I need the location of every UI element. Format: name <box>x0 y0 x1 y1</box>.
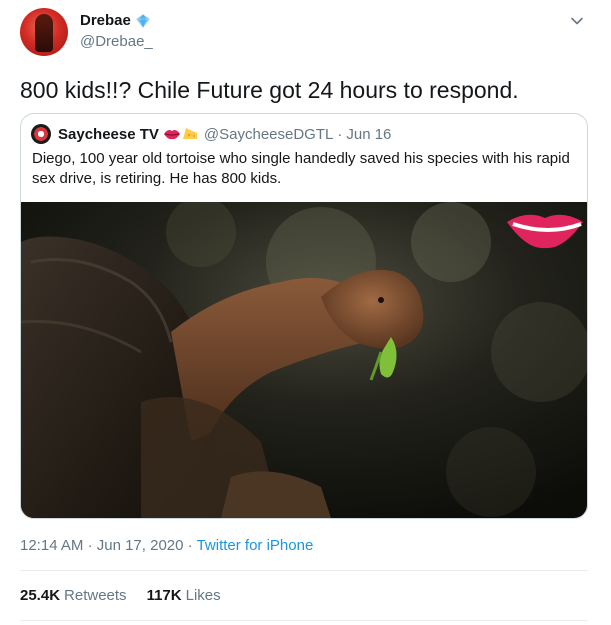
divider <box>20 620 588 621</box>
lips-emoji-icon <box>163 130 180 140</box>
likes-label: Likes <box>185 587 221 604</box>
tweet-meta: 12:14 AM · Jun 17, 2020 · Twitter for iP… <box>20 537 313 554</box>
retweets-count: 25.4K <box>20 587 61 604</box>
avatar-figure <box>35 14 53 52</box>
author-name-row[interactable]: Drebae <box>80 12 151 29</box>
tweet-date[interactable]: Jun 17, 2020 <box>97 537 184 554</box>
quoted-tweet-header: Saycheese TV @SaycheeseDGTL · Jun 16 <box>31 124 391 144</box>
likes-stat[interactable]: 117K Likes <box>147 587 221 604</box>
tweet-source-link[interactable]: Twitter for iPhone <box>197 537 314 554</box>
tweet-stats: 25.4K Retweets 117K Likes <box>20 587 221 604</box>
separator-dot: · <box>187 537 193 554</box>
quoted-author-handle[interactable]: @SaycheeseDGTL <box>204 126 333 143</box>
author-avatar[interactable] <box>20 8 68 56</box>
separator-dot: · <box>337 125 343 143</box>
author-block: Drebae @Drebae_ <box>80 12 153 50</box>
verified-badge-icon <box>136 13 150 28</box>
tweet-card: Drebae @Drebae_ 800 kids!!? Chile Future… <box>0 0 611 625</box>
tweet-time[interactable]: 12:14 AM <box>20 537 83 554</box>
likes-count: 117K <box>146 587 182 604</box>
divider <box>20 570 588 571</box>
tweet-text: 800 kids!!? Chile Future got 24 hours to… <box>20 77 519 103</box>
chevron-down-icon[interactable] <box>570 14 584 28</box>
cheese-emoji-icon <box>182 128 197 139</box>
author-handle[interactable]: @Drebae_ <box>80 33 153 50</box>
quoted-tweet-date[interactable]: Jun 16 <box>346 126 391 143</box>
quoted-author-avatar[interactable] <box>31 124 51 144</box>
quoted-author-name[interactable]: Saycheese TV <box>58 126 159 143</box>
author-display-name[interactable]: Drebae <box>80 12 131 29</box>
quoted-tweet[interactable]: Saycheese TV @SaycheeseDGTL · Jun 16 Die… <box>20 113 588 519</box>
quoted-tweet-text: Diego, 100 year old tortoise who single … <box>32 150 570 187</box>
retweets-label: Retweets <box>64 587 127 604</box>
retweets-stat[interactable]: 25.4K Retweets <box>20 587 127 604</box>
separator-dot: · <box>87 537 93 554</box>
tortoise-photo[interactable] <box>21 202 587 518</box>
